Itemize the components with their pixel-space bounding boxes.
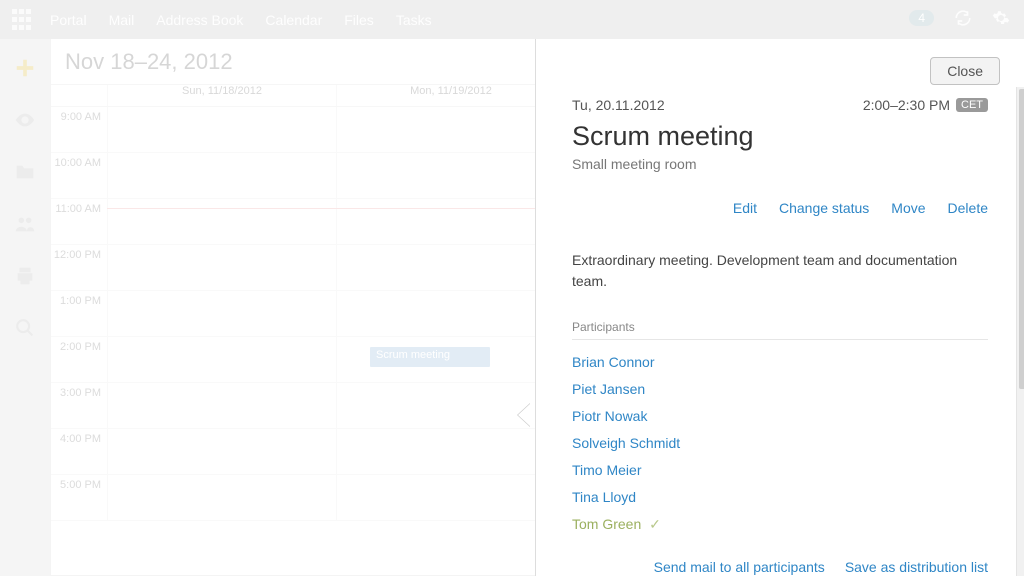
event-date: Tu, 20.11.2012 bbox=[572, 97, 665, 113]
left-rail bbox=[0, 39, 50, 576]
folder-icon[interactable] bbox=[14, 161, 36, 183]
check-icon: ✓ bbox=[649, 516, 661, 532]
close-button[interactable]: Close bbox=[930, 57, 1000, 85]
panel-scrollbar[interactable] bbox=[1016, 87, 1024, 576]
participant-link[interactable]: Piet Jansen bbox=[572, 381, 988, 397]
add-icon[interactable] bbox=[14, 57, 36, 79]
event-description: Extraordinary meeting. Development team … bbox=[572, 250, 988, 292]
gear-icon[interactable] bbox=[992, 9, 1010, 27]
event-timezone: CET bbox=[956, 98, 988, 112]
top-right: 4 bbox=[909, 9, 1010, 27]
hour-label: 3:00 PM bbox=[51, 383, 107, 428]
refresh-icon[interactable] bbox=[954, 9, 972, 27]
calendar-range: Nov 18–24, 2012 bbox=[65, 49, 233, 75]
participant-link[interactable]: Solveigh Schmidt bbox=[572, 435, 988, 451]
move-link[interactable]: Move bbox=[891, 200, 925, 216]
participant-link[interactable]: Timo Meier bbox=[572, 462, 988, 478]
day-header: Sun, 11/18/2012 bbox=[107, 85, 336, 106]
event-location: Small meeting room bbox=[572, 156, 988, 172]
nav-portal[interactable]: Portal bbox=[50, 12, 87, 28]
notification-badge[interactable]: 4 bbox=[909, 10, 934, 26]
hour-label: 9:00 AM bbox=[51, 107, 107, 152]
nav-mail[interactable]: Mail bbox=[109, 12, 135, 28]
search-icon[interactable] bbox=[14, 317, 36, 339]
participant-link[interactable]: Tina Lloyd bbox=[572, 489, 988, 505]
nav-tasks[interactable]: Tasks bbox=[396, 12, 432, 28]
calendar-event[interactable]: Scrum meeting bbox=[370, 347, 490, 367]
hour-label: 10:00 AM bbox=[51, 153, 107, 198]
print-icon[interactable] bbox=[14, 265, 36, 287]
hour-label: 11:00 AM bbox=[51, 199, 107, 244]
event-detail-panel: Close Tu, 20.11.2012 2:00–2:30 PM CET Sc… bbox=[535, 39, 1024, 576]
send-mail-link[interactable]: Send mail to all participants bbox=[654, 559, 825, 575]
delete-link[interactable]: Delete bbox=[948, 200, 988, 216]
app-launcher-icon[interactable] bbox=[12, 9, 34, 31]
nav-files[interactable]: Files bbox=[344, 12, 374, 28]
event-meta: Tu, 20.11.2012 2:00–2:30 PM CET bbox=[572, 97, 988, 113]
event-time: 2:00–2:30 PM bbox=[863, 97, 950, 113]
popover-pointer bbox=[518, 403, 531, 427]
save-distribution-link[interactable]: Save as distribution list bbox=[845, 559, 988, 575]
hour-label: 2:00 PM bbox=[51, 337, 107, 382]
event-title: Scrum meeting bbox=[572, 121, 988, 152]
day-header: Mon, 11/19/2012 bbox=[336, 85, 565, 106]
people-icon[interactable] bbox=[14, 213, 36, 235]
top-bar: Portal Mail Address Book Calendar Files … bbox=[0, 0, 1024, 39]
participant-link[interactable]: Brian Connor bbox=[572, 354, 988, 370]
participants-list: Brian Connor Piet Jansen Piotr Nowak Solvei… bbox=[572, 354, 988, 533]
edit-link[interactable]: Edit bbox=[733, 200, 757, 216]
participant-link[interactable]: Tom Green ✓ bbox=[572, 516, 988, 533]
participant-link[interactable]: Piotr Nowak bbox=[572, 408, 988, 424]
nav-address[interactable]: Address Book bbox=[156, 12, 243, 28]
participants-label: Participants bbox=[572, 320, 988, 340]
hour-label: 4:00 PM bbox=[51, 429, 107, 474]
participant-actions: Send mail to all participants Save as di… bbox=[572, 559, 988, 575]
scroll-thumb[interactable] bbox=[1019, 89, 1024, 389]
hour-label: 12:00 PM bbox=[51, 245, 107, 290]
change-status-link[interactable]: Change status bbox=[779, 200, 869, 216]
nav-calendar[interactable]: Calendar bbox=[265, 12, 322, 28]
hour-label: 5:00 PM bbox=[51, 475, 107, 520]
top-nav: Portal Mail Address Book Calendar Files … bbox=[50, 12, 432, 28]
hour-label: 1:00 PM bbox=[51, 291, 107, 336]
eye-icon[interactable] bbox=[14, 109, 36, 131]
event-actions: Edit Change status Move Delete bbox=[572, 200, 988, 216]
